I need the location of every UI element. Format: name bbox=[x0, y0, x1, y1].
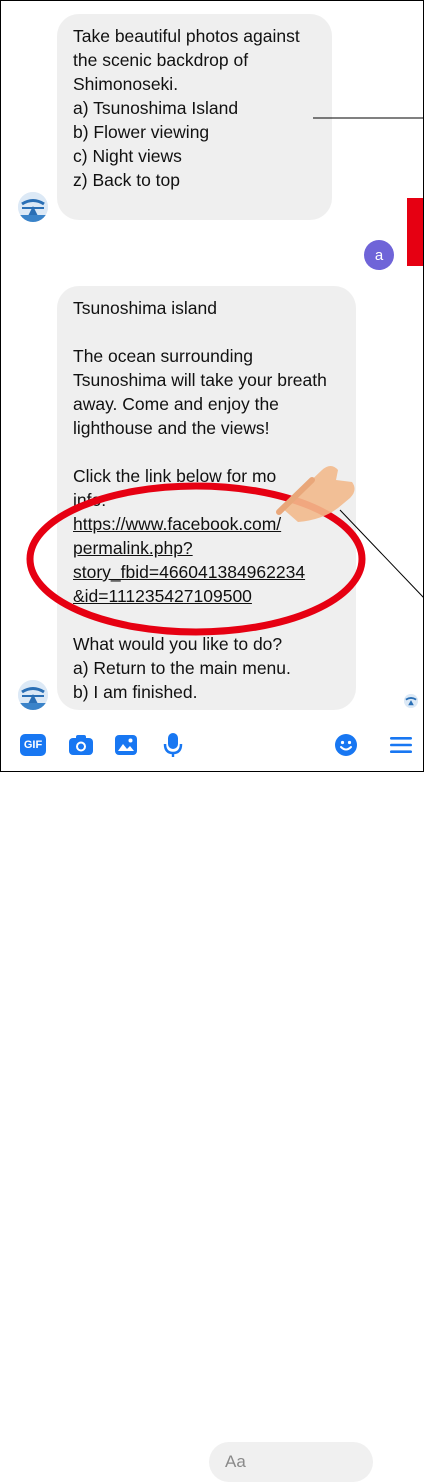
message-input[interactable]: Aa bbox=[209, 1442, 373, 1482]
image-icon[interactable] bbox=[111, 730, 141, 760]
annotation-overlay bbox=[26, 117, 424, 636]
gif-icon[interactable]: GIF bbox=[18, 730, 48, 760]
message-input-placeholder: Aa bbox=[225, 1452, 246, 1471]
camera-icon[interactable] bbox=[66, 730, 96, 760]
emoji-icon[interactable] bbox=[331, 730, 361, 760]
menu-icon[interactable] bbox=[386, 730, 416, 760]
gif-label: GIF bbox=[20, 734, 46, 756]
composer-toolbar: GIF Aa bbox=[0, 718, 424, 1482]
microphone-icon[interactable] bbox=[158, 730, 188, 760]
